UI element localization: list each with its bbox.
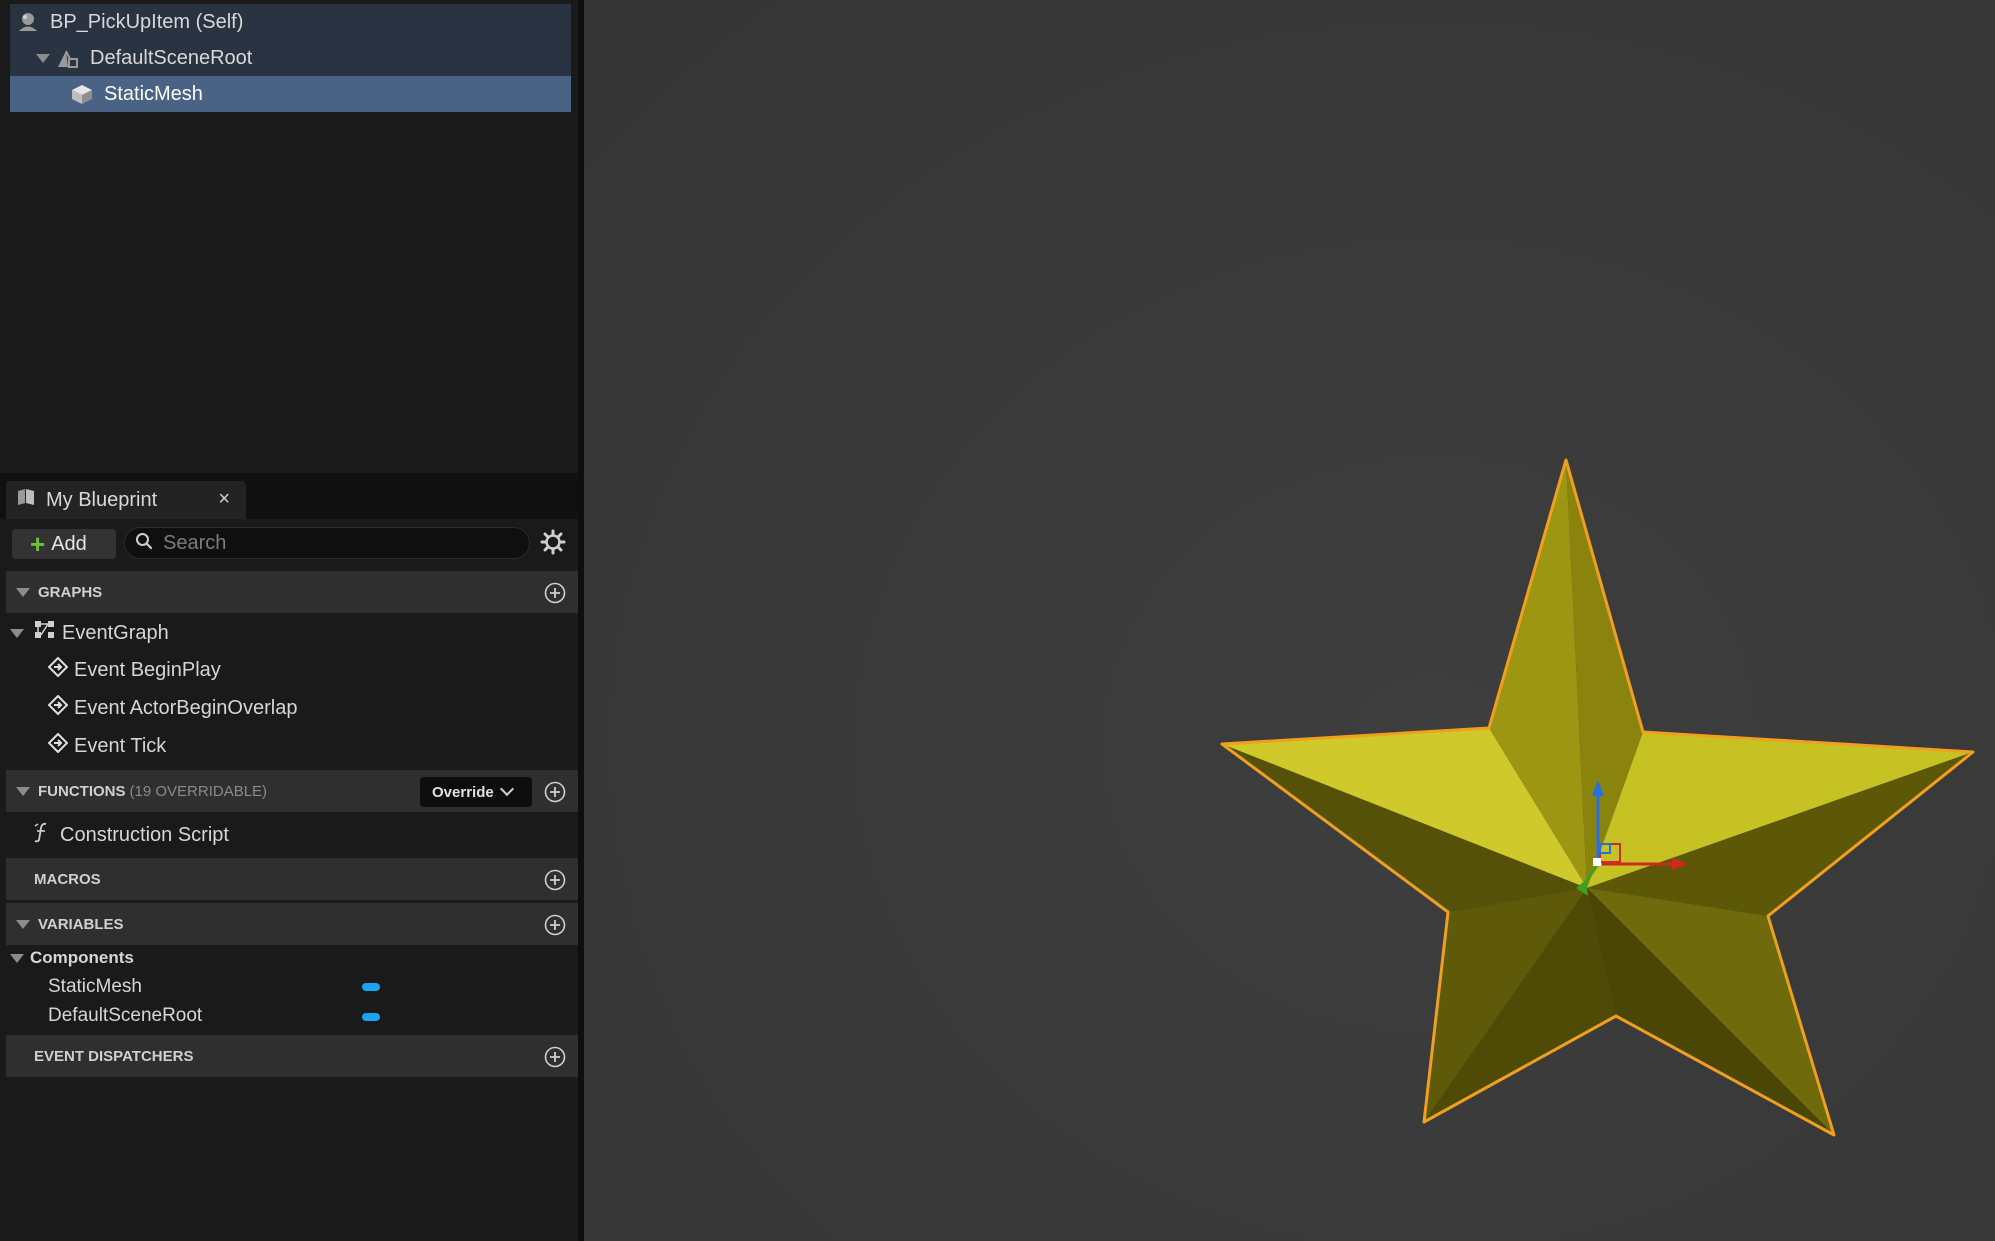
section-subtitle: (19 OVERRIDABLE) xyxy=(129,782,268,800)
gear-icon[interactable] xyxy=(540,529,566,555)
add-button[interactable]: + Add xyxy=(12,529,116,559)
plus-icon: + xyxy=(30,529,46,559)
override-label: Override xyxy=(432,783,494,801)
collapse-caret-icon[interactable] xyxy=(16,919,30,929)
variable-item-staticmesh[interactable]: StaticMesh xyxy=(48,974,142,1000)
section-title: VARIABLES xyxy=(38,915,124,933)
chevron-down-icon xyxy=(499,781,514,797)
tree-item-self[interactable]: BP_PickUpItem (Self) xyxy=(10,4,571,40)
event-graph-icon xyxy=(34,620,56,646)
variable-item-defaultsceneroot[interactable]: DefaultSceneRoot xyxy=(48,1003,202,1029)
variable-category-components[interactable]: Components xyxy=(10,945,134,971)
collapse-caret-icon[interactable] xyxy=(10,628,24,638)
section-graphs[interactable]: GRAPHS xyxy=(6,571,578,613)
expand-caret-icon[interactable] xyxy=(36,53,50,63)
variable-type-pill xyxy=(362,983,380,991)
blueprint-book-icon xyxy=(16,488,36,512)
tab-label: My Blueprint xyxy=(46,488,158,511)
actor-icon xyxy=(16,11,40,33)
event-label: Event BeginPlay xyxy=(74,658,221,681)
scene-root-icon xyxy=(56,47,80,69)
event-node-icon xyxy=(47,732,69,759)
graph-label: EventGraph xyxy=(62,621,169,644)
variable-type-pill xyxy=(362,1013,380,1021)
add-graph-icon[interactable] xyxy=(544,582,566,604)
event-label: Event ActorBeginOverlap xyxy=(74,696,298,719)
function-label: Construction Script xyxy=(60,823,229,846)
tab-my-blueprint[interactable]: My Blueprint × xyxy=(6,481,246,519)
function-icon xyxy=(32,821,54,849)
components-panel: BP_PickUpItem (Self) DefaultSceneRoot St… xyxy=(0,0,578,470)
event-node-icon xyxy=(47,656,69,683)
section-functions[interactable]: FUNCTIONS (19 OVERRIDABLE) Override xyxy=(6,770,578,812)
section-event-dispatchers[interactable]: EVENT DISPATCHERS xyxy=(6,1035,578,1077)
event-item-actor-begin-overlap[interactable]: Event ActorBeginOverlap xyxy=(47,693,298,723)
tree-item-label: BP_PickUpItem (Self) xyxy=(50,10,244,33)
tree-item-static-mesh[interactable]: StaticMesh xyxy=(10,76,571,112)
event-item-tick[interactable]: Event Tick xyxy=(47,731,167,761)
category-label: Components xyxy=(30,948,134,967)
override-dropdown[interactable]: Override xyxy=(420,777,532,807)
section-title: MACROS xyxy=(34,870,101,888)
add-dispatcher-icon[interactable] xyxy=(544,1046,566,1068)
event-label: Event Tick xyxy=(74,734,167,757)
variable-label: StaticMesh xyxy=(48,976,142,997)
add-variable-icon[interactable] xyxy=(544,914,566,936)
event-item-beginplay[interactable]: Event BeginPlay xyxy=(47,655,221,685)
section-macros[interactable]: MACROS xyxy=(6,858,578,900)
viewport[interactable] xyxy=(584,0,1995,1241)
search-icon xyxy=(135,532,153,555)
graph-item-eventgraph[interactable]: EventGraph xyxy=(10,618,169,648)
tree-item-default-scene-root[interactable]: DefaultSceneRoot xyxy=(10,40,571,76)
section-title: EVENT DISPATCHERS xyxy=(34,1047,194,1065)
tree-item-label: DefaultSceneRoot xyxy=(90,46,253,69)
add-macro-icon[interactable] xyxy=(544,869,566,891)
function-item-construction-script[interactable]: Construction Script xyxy=(32,820,229,850)
tree-item-label: StaticMesh xyxy=(104,82,203,105)
section-title: FUNCTIONS xyxy=(38,782,126,800)
search-input[interactable] xyxy=(163,531,503,555)
collapse-caret-icon[interactable] xyxy=(16,786,30,796)
section-variables[interactable]: VARIABLES xyxy=(6,903,578,945)
close-icon[interactable]: × xyxy=(218,488,230,511)
static-mesh-icon xyxy=(70,83,94,105)
event-node-icon xyxy=(47,694,69,721)
add-button-label: Add xyxy=(51,532,87,555)
add-function-icon[interactable] xyxy=(544,781,566,803)
collapse-caret-icon[interactable] xyxy=(10,953,24,963)
search-box[interactable] xyxy=(124,527,530,559)
section-title: GRAPHS xyxy=(38,583,103,601)
variable-label: DefaultSceneRoot xyxy=(48,1005,203,1026)
collapse-caret-icon[interactable] xyxy=(16,587,30,597)
